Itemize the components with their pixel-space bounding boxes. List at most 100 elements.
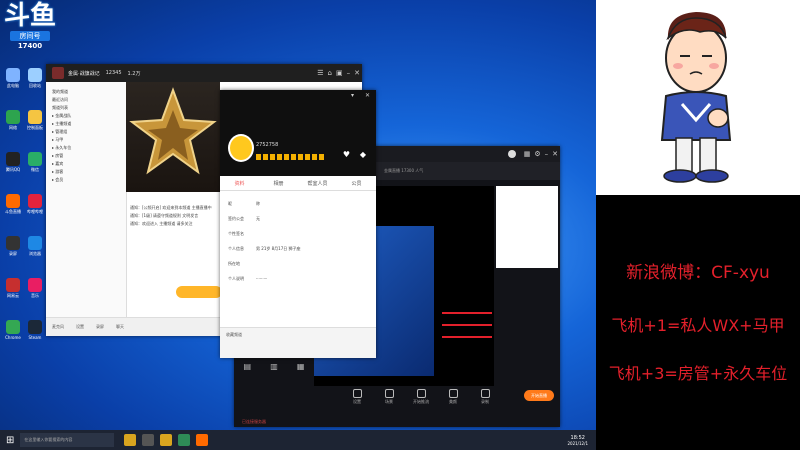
skin-icon[interactable]: ▦: [524, 150, 531, 158]
yy-bottom-bar: 麦克风 设置 录屏 聊天: [46, 317, 220, 336]
desktop-shortcut[interactable]: 录屏: [2, 236, 24, 256]
channel-list-item[interactable]: ▸ 房管: [46, 152, 126, 160]
profile-field: 个人说明 ·········: [228, 276, 368, 282]
yy-user-count: 1.2万: [127, 70, 141, 77]
yy-bottom-item[interactable]: 设置: [76, 324, 84, 330]
menu-icon[interactable]: ☰: [317, 69, 323, 77]
desktop-shortcut-label: 录屏: [9, 251, 17, 256]
start-icon[interactable]: ⊞: [6, 435, 14, 446]
share-icon[interactable]: ◆: [360, 150, 366, 159]
taskbar-app-icon[interactable]: [142, 434, 155, 446]
desktop-shortcut-label: 哔哩哔哩: [27, 209, 43, 214]
channel-list-item[interactable]: 我的频道: [46, 88, 126, 96]
obs-control-button[interactable]: 开始推流: [408, 389, 434, 405]
app-icon: [6, 320, 20, 334]
yy-bottom-item[interactable]: 聊天: [116, 324, 124, 330]
channel-list-item[interactable]: ▸ 嘉宾: [46, 160, 126, 168]
channel-list-item[interactable]: ▸ 游客: [46, 168, 126, 176]
profile-field-label: 个人信息: [228, 246, 244, 251]
settings-icon[interactable]: ⚙: [534, 150, 540, 158]
close-icon[interactable]: ✕: [365, 92, 370, 99]
desktop-shortcut-label: 回收站: [29, 83, 41, 88]
close-icon[interactable]: ✕: [354, 69, 360, 77]
obs-avatar-icon: [507, 150, 516, 158]
obs-control-button[interactable]: 录制: [472, 389, 498, 405]
profile-user-id: 2752758: [256, 142, 279, 148]
desktop-shortcut[interactable]: Chrome: [2, 320, 24, 340]
channel-list-item[interactable]: ▸ 主播频道: [46, 120, 126, 128]
desktop-shortcut[interactable]: 控制面板: [24, 110, 46, 130]
control-label: 录制: [481, 399, 489, 404]
desktop-shortcut[interactable]: 网络: [2, 110, 24, 130]
app-icon: [6, 68, 20, 82]
channel-list-item[interactable]: ▸ 会员: [46, 176, 126, 184]
douyu-logo-mark: 斗鱼: [4, 1, 57, 31]
profile-tab[interactable]: 帮室人员: [298, 180, 337, 187]
taskbar-app-icon[interactable]: [196, 434, 209, 446]
start-live-button[interactable]: 开始直播: [524, 390, 554, 401]
channel-list-item[interactable]: 最近访问: [46, 96, 126, 104]
channel-list-item[interactable]: ▸ 金属战队: [46, 112, 126, 120]
offer-line-2: 飞机+3=房管+永久车位: [608, 364, 788, 383]
heart-icon[interactable]: ♥: [343, 150, 350, 159]
taskbar-app-icon[interactable]: [160, 434, 173, 446]
channel-list-item[interactable]: 频道列表: [46, 104, 126, 112]
desktop-shortcut[interactable]: 回收站: [24, 68, 46, 88]
profile-field: 昵称: [228, 201, 368, 207]
channel-list-item[interactable]: ▸ 永久车位: [46, 144, 126, 152]
app-icon: [28, 278, 42, 292]
desktop-shortcut[interactable]: 此电脑: [2, 68, 24, 88]
taskbar-app-icon[interactable]: [124, 434, 137, 446]
obs-status: 已连接服务器: [242, 419, 266, 424]
control-icon: [480, 389, 490, 398]
minimize-icon[interactable]: –: [545, 150, 549, 158]
obs-control-button[interactable]: 美颜: [440, 389, 466, 405]
channel-list-item[interactable]: ▸ 马甲: [46, 136, 126, 144]
desktop-shortcut[interactable]: 斗鱼直播: [2, 194, 24, 214]
profile-tab[interactable]: 相册: [259, 180, 298, 187]
profile-tab[interactable]: 资料: [220, 180, 259, 187]
taskbar-clock[interactable]: 18:52 2021/12/1: [567, 435, 588, 446]
yy-stream-banner: [126, 82, 220, 192]
app-icon: [6, 152, 20, 166]
desktop-shortcut[interactable]: 腾讯QQ: [2, 152, 24, 172]
profile-field-value: 称: [256, 201, 260, 206]
desktop-shortcut[interactable]: Steam: [24, 320, 46, 340]
channel-list-item[interactable]: ▸ 管理组: [46, 128, 126, 136]
tool-icon[interactable]: ▦: [297, 362, 305, 371]
desktop-shortcut-label: Chrome: [5, 335, 21, 340]
home-icon[interactable]: ⌂: [328, 69, 332, 77]
room-badge: 房间号: [10, 31, 50, 41]
desktop-shortcut[interactable]: 音乐: [24, 278, 46, 298]
obs-controls: 设置 场景 开始推流 美颜 录制: [344, 386, 514, 408]
tool-icon[interactable]: ▥: [270, 362, 278, 371]
desktop-shortcut[interactable]: 网易云: [2, 278, 24, 298]
desktop-shortcut[interactable]: 浏览器: [24, 236, 46, 256]
taskbar-app-icon[interactable]: [178, 434, 191, 446]
yy-bottom-item[interactable]: 麦克风: [52, 324, 64, 330]
profile-tab[interactable]: 公员: [337, 180, 376, 187]
desktop-shortcut-label: 网易云: [7, 293, 19, 298]
yy-room-count: 12345: [105, 70, 122, 76]
app-icon: [6, 194, 20, 208]
control-label: 美颜: [449, 399, 457, 404]
pin-icon[interactable]: ▾: [351, 92, 354, 99]
game-icon[interactable]: ▣: [336, 69, 343, 77]
taskbar-search[interactable]: 在这里输入你要搜索的内容: [20, 433, 115, 447]
taskbar: ⊞ 在这里输入你要搜索的内容 18:52 2021/12/1: [0, 430, 596, 450]
yy-coin-button[interactable]: [176, 286, 222, 298]
profile-tabs: 资料 相册 帮室人员 公员: [220, 176, 376, 191]
yy-bottom-item[interactable]: 录屏: [96, 324, 104, 330]
obs-control-button[interactable]: 场景: [376, 389, 402, 405]
tool-icon[interactable]: ▤: [244, 362, 252, 371]
profile-window[interactable]: ▾ ✕ 2752758 ♥ ◆ 资料 相册 帮室人员 公员 昵称签约公会 无个性签名个人…: [220, 90, 376, 358]
obs-control-button[interactable]: 设置: [344, 389, 370, 405]
minimize-icon[interactable]: –: [347, 69, 351, 77]
profile-field-label: 签约公会: [228, 216, 244, 221]
desktop-shortcut[interactable]: 微信: [24, 152, 46, 172]
profile-field-value: 无: [256, 216, 260, 221]
profile-field-label: 个性签名: [228, 231, 244, 236]
close-icon[interactable]: ✕: [552, 150, 558, 158]
clock-date: 2021/12/1: [567, 440, 588, 446]
desktop-shortcut[interactable]: 哔哩哔哩: [24, 194, 46, 214]
